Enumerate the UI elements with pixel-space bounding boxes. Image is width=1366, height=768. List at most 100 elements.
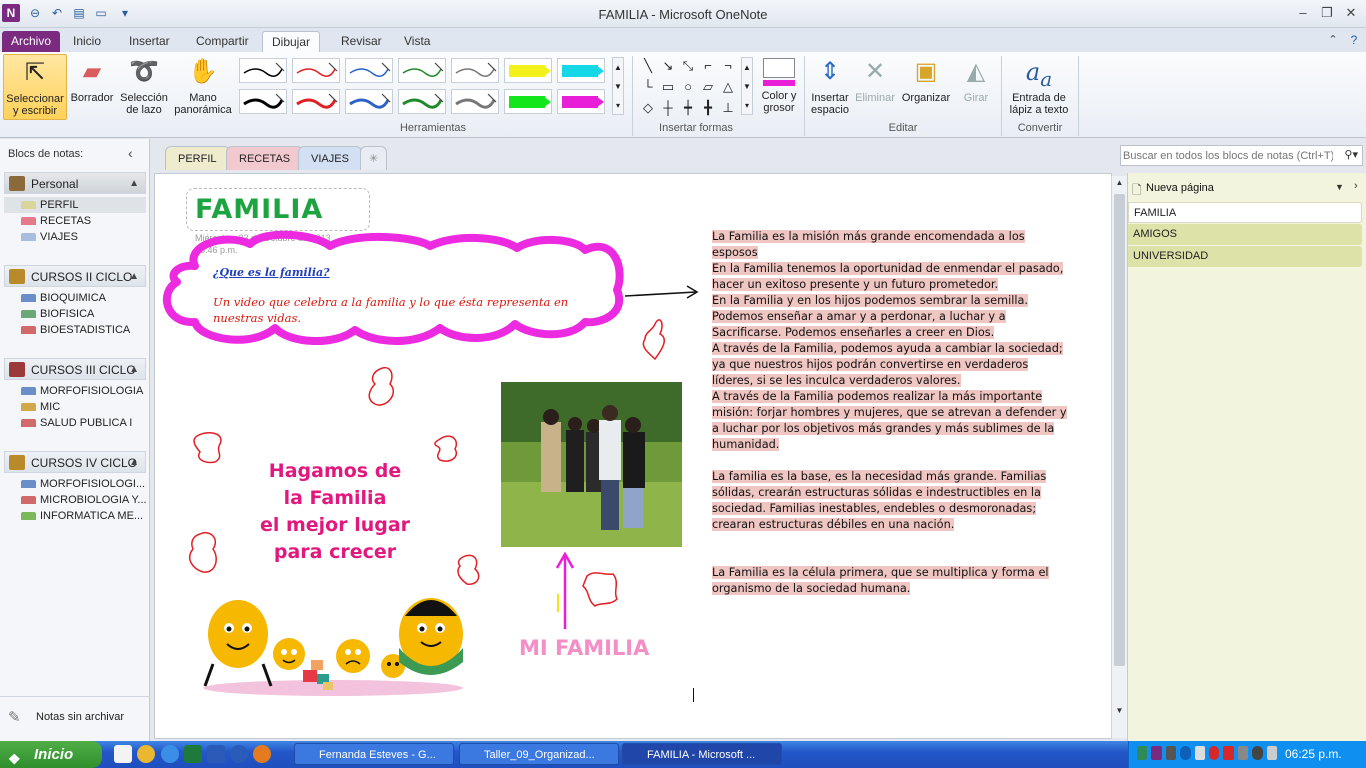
section-item[interactable]: SALUD PUBLICA I — [4, 415, 146, 431]
desktop-icon[interactable] — [114, 745, 132, 763]
cloud-text[interactable]: Un video que celebra a la familia y lo q… — [213, 294, 573, 326]
section-item[interactable]: PERFIL — [4, 197, 146, 213]
axis-shape-icon[interactable]: ⌐ — [700, 58, 716, 74]
notebook-header[interactable]: CURSOS II CICLO ▲ — [4, 265, 146, 287]
cartoon-family-image[interactable] — [193, 592, 473, 702]
search-icon[interactable]: ⚲▾ — [1344, 148, 1358, 161]
graph2-shape-icon[interactable]: ⊥ — [720, 100, 736, 116]
tray-icon[interactable] — [1252, 746, 1263, 760]
shapes-gallery-scroll[interactable]: ▲ ▼ ▾ — [741, 57, 753, 115]
pen-swatch[interactable] — [504, 89, 552, 114]
page-canvas[interactable]: FAMILIA Miércoles, 23 de Octubre de 2013… — [154, 173, 1112, 739]
wordpress-icon[interactable] — [230, 745, 248, 763]
restore-button[interactable]: ❐ — [1316, 4, 1338, 22]
pen-swatch[interactable] — [345, 89, 393, 114]
firefox-icon[interactable] — [253, 745, 271, 763]
axes-shape-icon[interactable]: ┼ — [660, 100, 676, 116]
tray-icon[interactable] — [1223, 746, 1234, 760]
delete-button[interactable]: ✕ Eliminar — [853, 54, 897, 120]
insert-space-button[interactable]: ⇕ Insertar espacio — [808, 54, 852, 120]
pen-swatch[interactable] — [451, 58, 499, 83]
pen-swatch[interactable] — [504, 58, 552, 83]
tab-revisar[interactable]: Revisar — [332, 31, 391, 52]
tray-icon[interactable] — [1237, 746, 1249, 760]
tab-section-recetas[interactable]: RECETAS — [226, 146, 304, 170]
slogan-text[interactable]: Hagamos de la Familia el mejor lugar par… — [240, 458, 430, 566]
volume-icon[interactable] — [1266, 746, 1278, 760]
arrow-shape-icon[interactable]: ↘ — [660, 58, 676, 74]
collapse-icon[interactable]: ▲ — [129, 359, 139, 381]
chrome-icon[interactable] — [137, 745, 155, 763]
page-item-familia[interactable]: FAMILIA — [1128, 202, 1362, 223]
collapse-icon[interactable]: ▲ — [129, 266, 139, 288]
pen-swatch[interactable] — [451, 89, 499, 114]
unfiled-notes-link[interactable]: Notas sin archivar — [36, 711, 124, 723]
section-item[interactable]: MORFOFISIOLOGI... — [4, 476, 146, 492]
pen-swatch[interactable] — [398, 58, 446, 83]
page-scrollbar[interactable]: ▲ ▼ — [1111, 176, 1127, 738]
tab-archivo[interactable]: Archivo — [2, 31, 61, 52]
pen-swatch[interactable] — [292, 58, 340, 83]
ie-icon[interactable] — [161, 745, 179, 763]
minimize-button[interactable]: – — [1292, 4, 1314, 22]
axis3-shape-icon[interactable]: └ — [640, 79, 656, 95]
collapse-icon[interactable]: ▲ — [129, 173, 139, 195]
tab-inicio[interactable]: Inicio — [64, 31, 110, 52]
section-item[interactable]: VIAJES — [4, 229, 146, 245]
ink-to-text-button[interactable]: aa Entrada de lápiz a texto — [1005, 54, 1073, 120]
scroll-up-icon[interactable]: ▲ — [1113, 178, 1126, 190]
pen-gallery-scroll[interactable]: ▲ ▼ ▾ — [612, 57, 624, 115]
notebook-header[interactable]: Personal ▲ — [4, 172, 146, 194]
pen-swatch[interactable] — [292, 89, 340, 114]
search-tray-icon[interactable] — [1180, 746, 1191, 760]
task-onenote[interactable]: FAMILIA - Microsoft ... — [622, 743, 782, 765]
collapse-icon[interactable]: ▲ — [129, 452, 139, 474]
body-paragraph-3[interactable]: La Familia es la célula primera, que se … — [712, 565, 1068, 597]
color-and-thickness-button[interactable]: Color y grosor — [758, 54, 800, 120]
arrange-button[interactable]: ▣ Organizar — [899, 54, 953, 120]
pen-swatch[interactable] — [398, 89, 446, 114]
axis2-shape-icon[interactable]: ¬ — [720, 58, 736, 74]
word-icon[interactable] — [207, 745, 225, 763]
tab-section-perfil[interactable]: PERFIL — [165, 146, 230, 170]
double-arrow-shape-icon[interactable]: ⤡ — [680, 58, 696, 74]
panning-hand-button[interactable]: ✋ Mano panorámica — [172, 54, 234, 120]
notebook-header[interactable]: CURSOS III CICLO ▲ — [4, 358, 146, 380]
axes3d-shape-icon[interactable]: ┿ — [680, 100, 696, 116]
section-item[interactable]: BIOFISICA — [4, 306, 146, 322]
page-item-amigos[interactable]: AMIGOS — [1128, 224, 1362, 245]
eraser-button[interactable]: ▰ Borrador — [68, 54, 116, 120]
pen-swatch[interactable] — [239, 58, 287, 83]
page-item-universidad[interactable]: UNIVERSIDAD — [1128, 246, 1362, 267]
body-paragraph-2[interactable]: La familia es la base, es la necesidad m… — [712, 469, 1068, 533]
help-icon[interactable]: ? — [1343, 31, 1365, 49]
section-item[interactable]: MORFOFISIOLOGIA I — [4, 383, 146, 399]
rectangle-shape-icon[interactable]: ▭ — [660, 79, 676, 95]
pen-swatch[interactable] — [345, 58, 393, 83]
section-item[interactable]: MIC — [4, 399, 146, 415]
parallelogram-shape-icon[interactable]: ▱ — [700, 79, 716, 95]
section-item[interactable]: RECETAS — [4, 213, 146, 229]
network-icon[interactable] — [1137, 746, 1148, 760]
page-sort-dropdown-icon[interactable]: ▼ — [1335, 182, 1344, 192]
pen-swatch[interactable] — [239, 89, 287, 114]
antivirus-icon[interactable] — [1209, 746, 1220, 760]
section-item[interactable]: BIOESTADISTICA — [4, 322, 146, 338]
body-paragraph-1[interactable]: La Familia es la misión más grande encom… — [712, 229, 1068, 453]
photo-caption[interactable]: MI FAMILIA — [519, 636, 649, 660]
start-button[interactable]: ❖ Inicio — [0, 741, 102, 768]
tray-icon[interactable] — [1165, 746, 1177, 760]
pen-swatch[interactable] — [557, 89, 605, 114]
line-shape-icon[interactable]: ╲ — [640, 58, 656, 74]
onenote-tray-icon[interactable] — [1151, 746, 1162, 760]
section-item[interactable]: BIOQUIMICA — [4, 290, 146, 306]
new-section-icon[interactable]: ✳ — [360, 146, 388, 170]
rotate-button[interactable]: ◭ Girar — [955, 54, 997, 120]
close-button[interactable]: ✕ — [1340, 4, 1362, 22]
collapse-notebooks-icon[interactable]: ‹ — [128, 145, 133, 161]
circle-shape-icon[interactable]: ○ — [680, 79, 696, 95]
new-page-button[interactable]: Nueva página — [1146, 182, 1214, 194]
scrollbar-thumb[interactable] — [1114, 194, 1125, 666]
expand-pages-icon[interactable]: › — [1354, 180, 1358, 192]
tab-compartir[interactable]: Compartir — [187, 31, 258, 52]
